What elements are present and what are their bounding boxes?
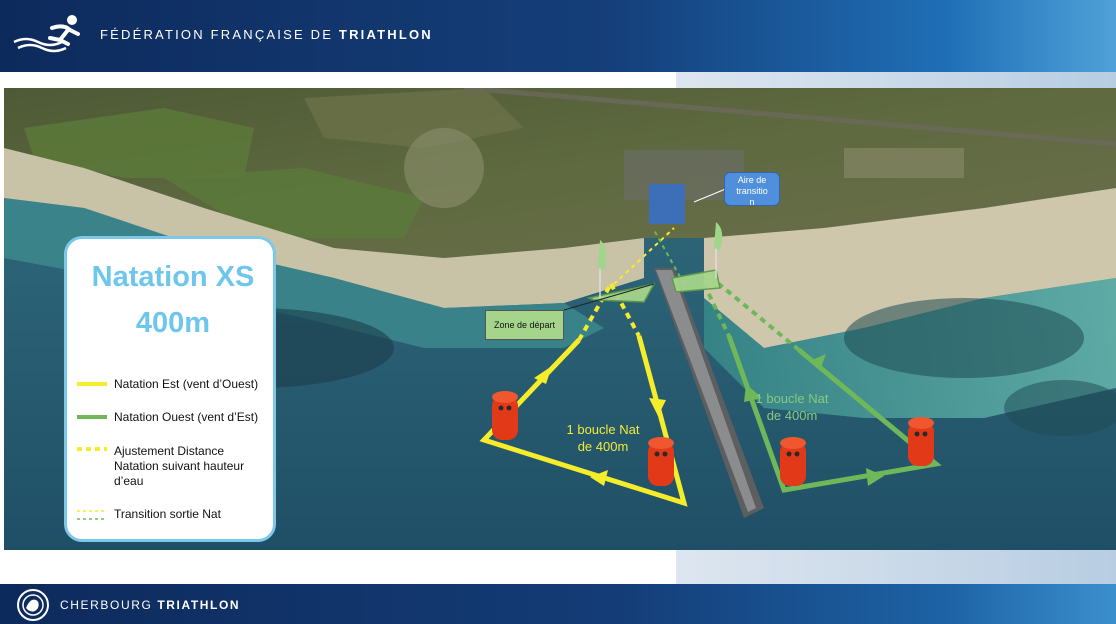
boucle-est-label: 1 boucle Nat de 400m <box>553 421 653 455</box>
aire-transition-label: Aire de transitio n <box>724 172 780 207</box>
federation-emphasis: TRIATHLON <box>338 27 433 42</box>
federation-prefix: FÉDÉRATION FRANÇAISE DE <box>100 27 334 42</box>
zone-depart-label: Zone de départ <box>485 310 564 340</box>
club-logo <box>17 589 49 621</box>
legend-panel: Natation XS 400m Natation Est (vent d’Ou… <box>64 236 276 542</box>
aire-transition-line1: Aire de <box>737 175 767 185</box>
federation-title: FÉDÉRATION FRANÇAISE DE TRIATHLON <box>100 27 433 42</box>
club-title: CHERBOURG TRIATHLON <box>60 598 240 612</box>
buoy-icon <box>492 391 518 440</box>
club-emphasis: TRIATHLON <box>157 598 241 612</box>
legend-distance: 400m <box>135 307 211 339</box>
decorative-strip-top <box>676 72 1116 88</box>
buoy-icon <box>780 437 806 486</box>
boucle-est-line2: de 400m <box>577 439 629 454</box>
federation-logo <box>13 15 80 53</box>
legend-label-est: Natation Est (vent d’Ouest) <box>114 377 259 391</box>
legend-swatch-ajustement <box>77 447 107 451</box>
decorative-strip-bottom <box>676 550 1116 584</box>
buoy-icon <box>908 417 934 466</box>
legend-title: Natation XS <box>91 261 255 293</box>
aire-transition-line3: n <box>749 197 755 207</box>
boucle-ouest-line1: 1 boucle Nat <box>755 391 829 406</box>
legend-label-ajustement: Ajustement Distance Natation suivant hau… <box>114 444 245 488</box>
aire-transition-line2: transitio <box>736 186 768 196</box>
boucle-ouest-line2: de 400m <box>766 408 818 423</box>
legend-label-ouest: Natation Ouest (vent d’Est) <box>114 410 259 424</box>
legend-swatch-est <box>77 382 107 386</box>
legend-swatch-ouest <box>77 415 107 419</box>
boucle-ouest-label: 1 boucle Nat de 400m <box>740 390 844 424</box>
boucle-est-line1: 1 boucle Nat <box>566 422 640 437</box>
legend-swatch-transition <box>77 510 107 520</box>
header-banner: FÉDÉRATION FRANÇAISE DE TRIATHLON <box>0 0 1116 72</box>
club-prefix: CHERBOURG <box>60 598 153 612</box>
legend-label-transition: Transition sortie Nat <box>114 507 221 521</box>
